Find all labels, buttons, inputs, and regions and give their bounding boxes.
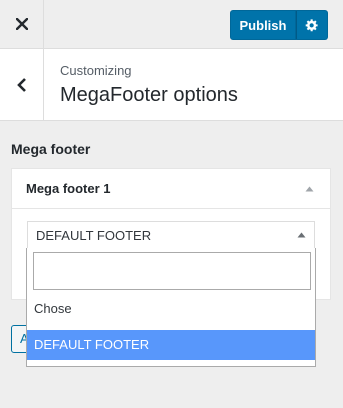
control-label: Mega footer (11, 141, 91, 157)
dropdown-search-input[interactable] (33, 252, 311, 290)
close-icon (15, 18, 28, 30)
section-header: Customizing MegaFooter options (0, 49, 343, 121)
dropdown-option[interactable]: Chose (27, 294, 315, 324)
dropdown-option-selected[interactable]: DEFAULT FOOTER (27, 330, 315, 360)
triangle-up-icon (297, 232, 306, 238)
footer-select[interactable]: DEFAULT FOOTER (27, 221, 315, 249)
select-dropdown: Chose DEFAULT FOOTER (26, 248, 316, 367)
publish-group: Publish (230, 10, 328, 40)
select-value: DEFAULT FOOTER (36, 227, 152, 243)
customizer-header: Publish (0, 0, 343, 49)
publish-settings-button[interactable] (296, 10, 328, 40)
chevron-left-icon (16, 77, 26, 92)
widget-header[interactable]: Mega footer 1 (12, 169, 330, 209)
gear-icon (305, 19, 318, 32)
breadcrumb: Customizing (60, 63, 132, 78)
publish-button[interactable]: Publish (230, 10, 296, 40)
back-button[interactable] (0, 49, 44, 120)
close-button[interactable] (0, 0, 44, 48)
triangle-up-icon (305, 186, 314, 191)
page-title: MegaFooter options (60, 84, 238, 106)
widget-title: Mega footer 1 (26, 181, 111, 196)
